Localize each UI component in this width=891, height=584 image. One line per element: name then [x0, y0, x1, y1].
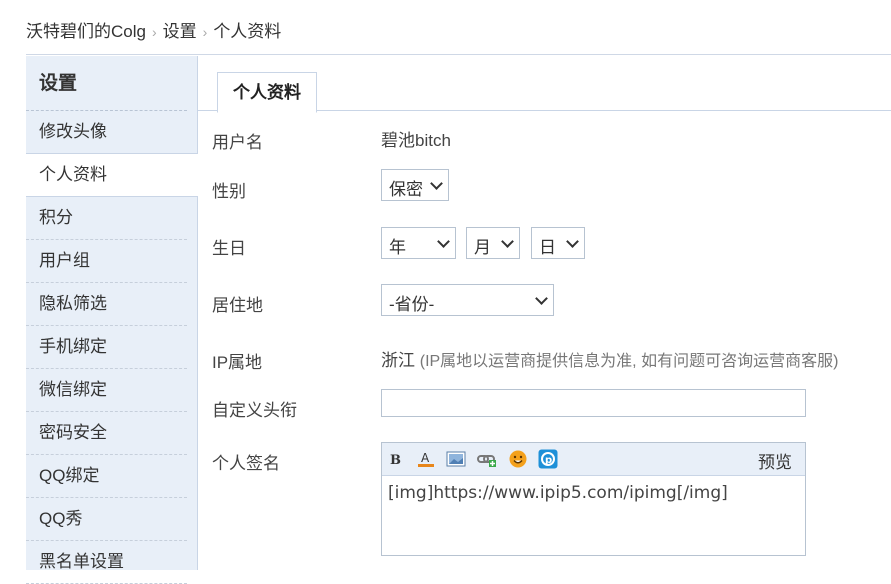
smiley-icon[interactable]: [508, 449, 528, 469]
birthday-label: 生日: [212, 239, 246, 258]
chevron-down-icon: [501, 235, 514, 248]
ip-note: (IP属地以运营商提供信息为准, 如有问题可咨询运营商客服): [419, 353, 839, 370]
editor-toolbar: B A p 预览: [382, 443, 805, 476]
ip-value: 浙江: [381, 351, 415, 370]
svg-text:B: B: [390, 453, 401, 468]
image-icon[interactable]: [446, 449, 466, 469]
province-select[interactable]: -省份-: [381, 284, 554, 316]
ip-location: 浙江 (IP属地以运营商提供信息为准, 如有问题可咨询运营商客服): [381, 346, 838, 371]
top-strip: [0, 0, 891, 2]
settings-sidebar: 设置 修改头像 个人资料 积分 用户组 隐私筛选 手机绑定 微信绑定 密码安全 …: [26, 56, 198, 584]
sidebar-item-profile[interactable]: 个人资料: [26, 153, 198, 197]
birth-year-select[interactable]: 年: [381, 227, 456, 259]
sidebar-item-qq-binding[interactable]: QQ绑定: [26, 455, 187, 498]
gender-select[interactable]: 保密: [381, 169, 449, 201]
breadcrumb-separator: ›: [151, 24, 157, 40]
username-value: 碧池bitch: [381, 131, 451, 150]
ip-label: IP属地: [212, 353, 263, 372]
username-label: 用户名: [212, 133, 263, 152]
breadcrumb-separator: ›: [202, 24, 208, 40]
breadcrumb-home[interactable]: 沃特碧们的Colg: [26, 22, 146, 41]
chevron-down-icon: [535, 292, 548, 305]
sidebar-item-password-security[interactable]: 密码安全: [26, 412, 187, 455]
birth-month-selected: 月: [474, 238, 491, 257]
birth-day-select[interactable]: 日: [531, 227, 585, 259]
tab-profile[interactable]: 个人资料: [217, 72, 317, 113]
gender-selected: 保密: [389, 180, 423, 199]
header-divider: [26, 54, 891, 55]
gender-label: 性别: [212, 182, 246, 201]
sidebar-item-blacklist[interactable]: 黑名单设置: [26, 541, 187, 584]
preview-button[interactable]: 预览: [758, 448, 792, 473]
link-icon[interactable]: [477, 449, 497, 469]
chevron-down-icon: [430, 177, 443, 190]
signature-label: 个人签名: [212, 454, 280, 473]
bold-icon[interactable]: B: [386, 449, 406, 469]
app-p-icon[interactable]: p: [538, 449, 558, 469]
sidebar-item-wechat-binding[interactable]: 微信绑定: [26, 369, 187, 412]
breadcrumb: 沃特碧们的Colg › 设置 › 个人资料: [26, 17, 281, 42]
breadcrumb-settings[interactable]: 设置: [163, 22, 197, 41]
custom-title-input[interactable]: [381, 389, 806, 417]
signature-editor: B A p 预览 [img]https://www.ipip5.com/ipim…: [381, 442, 806, 556]
signature-textarea[interactable]: [img]https://www.ipip5.com/ipimg[/img]: [382, 476, 805, 510]
svg-text:p: p: [545, 455, 552, 466]
sidebar-item-avatar[interactable]: 修改头像: [26, 111, 187, 154]
sidebar-item-usergroup[interactable]: 用户组: [26, 240, 187, 283]
custom-title-label: 自定义头衔: [212, 401, 297, 420]
sidebar-title: 设置: [26, 56, 187, 111]
birth-year-selected: 年: [389, 238, 406, 257]
residence-label: 居住地: [212, 296, 263, 315]
breadcrumb-current: 个人资料: [213, 22, 282, 41]
font-color-icon[interactable]: A: [416, 449, 436, 469]
sidebar-item-qq-show[interactable]: QQ秀: [26, 498, 187, 541]
sidebar-item-phone-binding[interactable]: 手机绑定: [26, 326, 187, 369]
svg-text:A: A: [421, 451, 430, 465]
sidebar-item-credits[interactable]: 积分: [26, 197, 187, 240]
birth-month-select[interactable]: 月: [466, 227, 520, 259]
province-selected: -省份-: [389, 295, 435, 314]
birth-day-selected: 日: [539, 238, 556, 257]
chevron-down-icon: [437, 235, 450, 248]
sidebar-item-privacy[interactable]: 隐私筛选: [26, 283, 187, 326]
chevron-down-icon: [566, 235, 579, 248]
